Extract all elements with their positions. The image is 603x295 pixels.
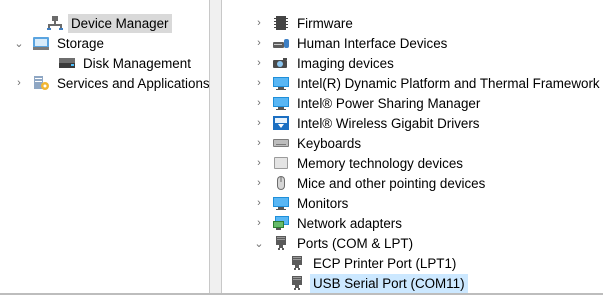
device-category-label: Firmware bbox=[297, 15, 353, 31]
port-icon bbox=[288, 255, 306, 271]
tree-item-device-manager[interactable]: Device Manager bbox=[46, 13, 172, 33]
port-icon bbox=[288, 275, 306, 291]
hid-icon bbox=[272, 35, 290, 51]
chevron-right-icon[interactable]: › bbox=[252, 96, 266, 110]
device-usb-serial-port[interactable]: USB Serial Port (COM11) bbox=[288, 273, 468, 293]
chevron-right-icon[interactable]: › bbox=[252, 56, 266, 70]
firmware-icon bbox=[272, 15, 290, 31]
chevron-right-icon[interactable]: › bbox=[252, 76, 266, 90]
imaging-icon bbox=[272, 55, 290, 71]
device-category-ports[interactable]: ⌄ Ports (COM & LPT) bbox=[252, 233, 416, 253]
monitor-icon bbox=[272, 95, 290, 111]
device-label: ECP Printer Port (LPT1) bbox=[313, 255, 457, 271]
chevron-right-icon[interactable]: › bbox=[252, 16, 266, 30]
device-category-monitors[interactable]: › Monitors bbox=[252, 193, 351, 213]
device-category-intel-wireless-gigabit[interactable]: › Intel® Wireless Gigabit Drivers bbox=[252, 113, 483, 133]
network-icon bbox=[272, 215, 290, 231]
intel-folder-icon bbox=[272, 75, 290, 91]
device-ecp-printer-port[interactable]: ECP Printer Port (LPT1) bbox=[288, 253, 459, 273]
wireless-gigabit-icon bbox=[272, 115, 290, 131]
mouse-icon bbox=[272, 175, 290, 191]
tree-item-disk-management[interactable]: Disk Management bbox=[58, 53, 194, 73]
chevron-right-icon[interactable]: › bbox=[252, 196, 266, 210]
chevron-right-icon[interactable]: › bbox=[252, 156, 266, 170]
tree-item-label: Device Manager bbox=[68, 13, 172, 33]
device-category-label: Human Interface Devices bbox=[297, 35, 448, 51]
device-category-intel-power-sharing[interactable]: › Intel® Power Sharing Manager bbox=[252, 93, 483, 113]
clipped-icon bbox=[52, 0, 70, 1]
device-category-human-interface-devices[interactable]: › Human Interface Devices bbox=[252, 33, 450, 53]
device-category-label: Mice and other pointing devices bbox=[297, 175, 486, 191]
device-category-label: Intel(R) Dynamic Platform and Thermal Fr… bbox=[297, 75, 600, 91]
device-category-mice[interactable]: › Mice and other pointing devices bbox=[252, 173, 488, 193]
chevron-right-icon[interactable]: › bbox=[252, 176, 266, 190]
device-category-memory-technology[interactable]: › Memory technology devices bbox=[252, 153, 466, 173]
tree-item-label: Storage bbox=[57, 35, 104, 51]
device-label: USB Serial Port (COM11) bbox=[310, 273, 468, 293]
chevron-right-icon[interactable]: › bbox=[12, 76, 26, 90]
memory-icon bbox=[272, 155, 290, 171]
device-category-firmware[interactable]: › Firmware bbox=[252, 13, 356, 33]
chevron-right-icon[interactable]: › bbox=[252, 36, 266, 50]
device-category-keyboards[interactable]: › Keyboards bbox=[252, 133, 364, 153]
device-manager-icon bbox=[46, 15, 64, 31]
device-category-label: Ports (COM & LPT) bbox=[297, 235, 414, 251]
device-tree-pane: › Firmware › Human Interface Devices › I… bbox=[221, 0, 603, 295]
port-icon bbox=[272, 235, 290, 251]
device-category-label: Memory technology devices bbox=[297, 155, 463, 171]
chevron-down-icon[interactable]: ⌄ bbox=[252, 236, 266, 250]
device-category-label: Intel® Wireless Gigabit Drivers bbox=[297, 115, 480, 131]
keyboard-icon bbox=[272, 135, 290, 151]
device-category-label: Imaging devices bbox=[297, 55, 394, 71]
disk-management-icon bbox=[58, 55, 76, 71]
clipped-row-top bbox=[462, 0, 582, 3]
chevron-right-icon[interactable]: › bbox=[252, 136, 266, 150]
device-category-imaging-devices[interactable]: › Imaging devices bbox=[252, 53, 397, 73]
device-category-network-adapters[interactable]: › Network adapters bbox=[252, 213, 405, 233]
storage-icon bbox=[32, 35, 50, 51]
computer-management-window: Device Manager ⌄ Storage Disk Management… bbox=[0, 0, 603, 295]
device-category-label: Intel® Power Sharing Manager bbox=[297, 95, 481, 111]
device-category-label: Keyboards bbox=[297, 135, 362, 151]
device-category-intel-dptf[interactable]: › Intel(R) Dynamic Platform and Thermal … bbox=[252, 73, 603, 93]
chevron-down-icon[interactable]: ⌄ bbox=[12, 36, 26, 50]
navigation-tree-pane: Device Manager ⌄ Storage Disk Management… bbox=[0, 0, 210, 295]
pane-splitter[interactable] bbox=[211, 0, 221, 295]
chevron-right-icon[interactable]: › bbox=[252, 216, 266, 230]
clipped-tree-item-top bbox=[52, 0, 74, 5]
monitor-icon bbox=[272, 195, 290, 211]
device-category-label: Monitors bbox=[297, 195, 349, 211]
tree-item-storage[interactable]: ⌄ Storage bbox=[12, 33, 107, 53]
services-icon bbox=[32, 75, 50, 91]
device-category-label: Network adapters bbox=[297, 215, 402, 231]
tree-item-label: Services and Applications bbox=[57, 75, 210, 91]
chevron-right-icon[interactable]: › bbox=[252, 116, 266, 130]
tree-item-services-and-applications[interactable]: › Services and Applications bbox=[12, 73, 210, 93]
tree-item-label: Disk Management bbox=[83, 55, 191, 71]
